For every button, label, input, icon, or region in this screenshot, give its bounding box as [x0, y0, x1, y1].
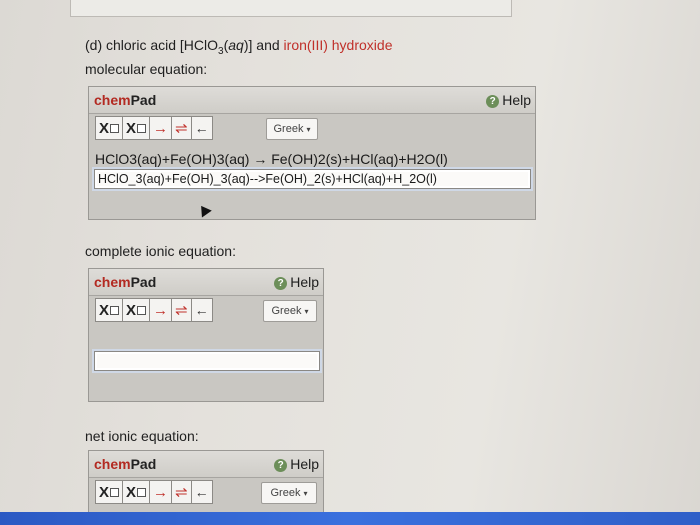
help-button[interactable]: ? Help — [486, 92, 531, 108]
help-label: Help — [502, 92, 531, 108]
subscript-glyph: X — [99, 119, 110, 137]
chempad-title: chemPad — [94, 456, 156, 472]
chempad-title-pad: Pad — [130, 456, 157, 472]
question-aq: aq — [228, 37, 244, 53]
chempad-toolbar: X X → ⇌ ← — [95, 480, 213, 504]
top-frame — [70, 0, 512, 17]
greek-label: Greek — [270, 487, 301, 499]
chempad-title: chemPad — [94, 274, 156, 290]
question-prefix: (d) chloric acid [HClO — [85, 37, 219, 53]
chempad-header: chemPad ? Help — [89, 269, 323, 296]
greek-dropdown[interactable]: Greek ▾ — [266, 118, 318, 140]
complete-ionic-label: complete ionic equation: — [85, 243, 236, 259]
backspace-button[interactable]: ← — [192, 117, 212, 139]
chevron-down-icon: ▾ — [303, 488, 308, 498]
molecular-equation-input[interactable]: HClO_3(aq)+Fe(OH)_3(aq)-->Fe(OH)_2(s)+HC… — [94, 169, 531, 189]
help-button[interactable]: ? Help — [274, 456, 319, 472]
greek-dropdown[interactable]: Greek ▾ — [261, 482, 317, 504]
subscript-glyph: X — [99, 483, 110, 501]
chempad-title: chemPad — [94, 92, 156, 108]
subscript-button[interactable]: X — [96, 299, 124, 321]
reaction-arrow-button[interactable]: → — [150, 299, 173, 321]
chempad-complete-ionic: chemPad ? Help X X → ⇌ ← Greek ▾ — [88, 268, 324, 402]
superscript-button[interactable]: X — [123, 299, 151, 321]
superscript-glyph: X — [126, 119, 137, 137]
greek-label: Greek — [271, 305, 302, 317]
subscript-button[interactable]: X — [96, 481, 124, 503]
superscript-button[interactable]: X — [123, 481, 151, 503]
chempad-title-pad: Pad — [130, 92, 157, 108]
chevron-down-icon: ▾ — [306, 124, 311, 134]
superscript-glyph: X — [126, 483, 137, 501]
backspace-button[interactable]: ← — [192, 299, 212, 321]
chempad-title-chem: chem — [94, 274, 131, 290]
chempad-header: chemPad ? Help — [89, 87, 535, 114]
question-title: (d) chloric acid [HClO3(aq)] and iron(II… — [85, 37, 392, 57]
subscript-glyph: X — [99, 301, 110, 319]
chempad-net-ionic: chemPad ? Help X X → ⇌ ← Greek ▾ — [88, 450, 324, 514]
chempad-toolbar: X X → ⇌ ← — [95, 298, 213, 322]
chempad-header: chemPad ? Help — [89, 451, 323, 478]
help-button[interactable]: ? Help — [274, 274, 319, 290]
question-circle-icon: ? — [486, 95, 500, 108]
question-circle-icon: ? — [274, 459, 288, 472]
chempad-title-pad: Pad — [130, 274, 157, 290]
equilibrium-arrow-button[interactable]: ⇌ — [172, 299, 192, 321]
chempad-toolbar: X X → ⇌ ← — [95, 116, 213, 140]
reaction-arrow-button[interactable]: → — [150, 481, 173, 503]
help-label: Help — [290, 456, 319, 472]
subscript-button[interactable]: X — [96, 117, 124, 139]
greek-label: Greek — [273, 123, 304, 135]
backspace-button[interactable]: ← — [192, 481, 212, 503]
equilibrium-arrow-button[interactable]: ⇌ — [172, 117, 192, 139]
taskbar-strip — [0, 512, 700, 525]
question-circle-icon: ? — [274, 277, 288, 290]
question-reactant2: iron(III) hydroxide — [283, 37, 393, 53]
chempad-molecular: chemPad ? Help X X → ⇌ ← Greek ▾ HClO3(aq)… — [88, 86, 536, 220]
rendered-equation: HClO3(aq)+Fe(OH)3(aq) → Fe(OH)2(s)+HCl(a… — [95, 151, 448, 167]
chevron-down-icon: ▾ — [304, 306, 309, 316]
superscript-button[interactable]: X — [123, 117, 151, 139]
complete-ionic-input[interactable] — [94, 351, 320, 371]
help-label: Help — [290, 274, 319, 290]
molecular-label: molecular equation: — [85, 61, 208, 77]
reaction-arrow-button[interactable]: → — [150, 117, 173, 139]
net-ionic-label: net ionic equation: — [85, 428, 199, 444]
chempad-title-chem: chem — [94, 92, 131, 108]
question-and: and — [252, 37, 284, 53]
superscript-glyph: X — [126, 301, 137, 319]
greek-dropdown[interactable]: Greek ▾ — [263, 300, 317, 322]
chempad-title-chem: chem — [94, 456, 131, 472]
equilibrium-arrow-button[interactable]: ⇌ — [172, 481, 192, 503]
